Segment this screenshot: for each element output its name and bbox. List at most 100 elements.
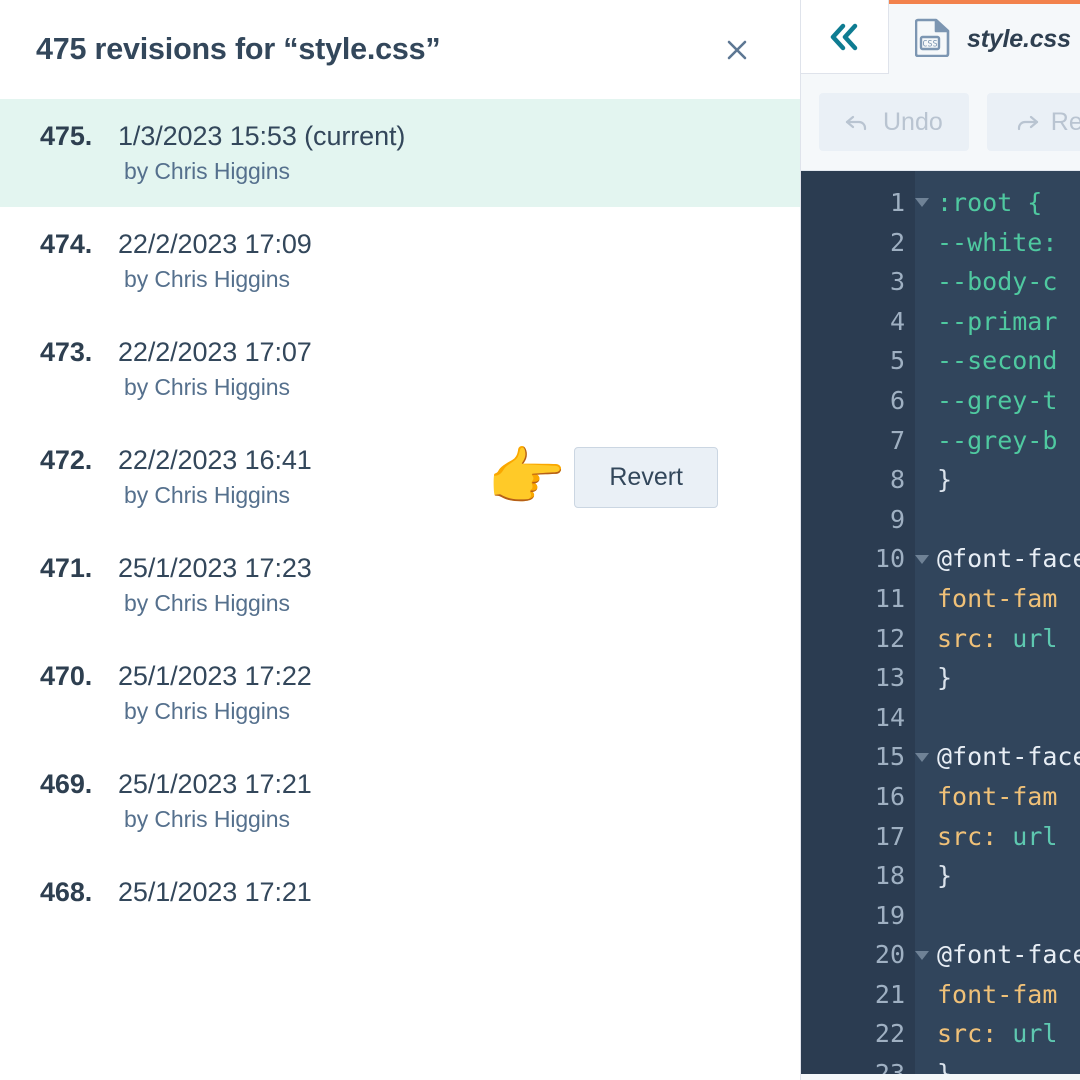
css-file-icon: CSS — [914, 17, 951, 62]
code-line[interactable]: --second — [915, 341, 1080, 381]
revision-row-inner: 475. 1/3/2023 15:53 (current) by Chris Hig… — [40, 99, 764, 207]
revision-row[interactable]: 471. 25/1/2023 17:23 by Chris Higgins — [0, 531, 800, 639]
revision-row-inner: 472. 22/2/2023 16:41 by Chris Higgins 👉 Reve… — [40, 423, 764, 531]
revision-number: 472. — [40, 445, 93, 475]
code-editor[interactable]: 1 2 3 4 5 6 7 8 9 10 11 12 13 14 15 16 17 18 19 20 21 22 23 :r… — [801, 171, 1080, 1074]
line-number-text: 5 — [889, 346, 905, 376]
code-line[interactable]: } — [915, 658, 1080, 698]
code-line[interactable]: @font-face — [915, 935, 1080, 975]
line-number-text: 8 — [889, 465, 905, 495]
line-number: 12 — [801, 619, 915, 659]
revision-primary-line: 473. 22/2/2023 17:07 — [40, 337, 764, 368]
code-line[interactable]: --body-c — [915, 262, 1080, 302]
code-line[interactable]: src: url — [915, 1014, 1080, 1054]
revision-author: by Chris Higgins — [124, 374, 290, 400]
line-number: 2 — [801, 223, 915, 263]
editor-tabbar: CSS style.css — [801, 0, 1080, 74]
line-number: 7 — [801, 421, 915, 461]
code-line[interactable]: } — [915, 856, 1080, 896]
code-token: url — [997, 821, 1058, 851]
line-number-text: 14 — [874, 702, 905, 732]
line-number-text: 20 — [874, 940, 905, 970]
revision-number: 468. — [40, 877, 93, 907]
code-line[interactable]: src: url — [915, 817, 1080, 857]
line-number: 16 — [801, 777, 915, 817]
line-number: 9 — [801, 500, 915, 540]
line-number-text: 1 — [889, 188, 905, 217]
undo-label: Undo — [883, 107, 943, 136]
revision-primary-line: 475. 1/3/2023 15:53 (current) — [40, 121, 764, 152]
code-token: src: — [937, 1019, 998, 1049]
code-token: url — [997, 623, 1058, 653]
code-line[interactable] — [915, 698, 1080, 738]
redo-label: Redo — [1050, 107, 1080, 136]
code-token: :root { — [937, 188, 1043, 217]
revision-row[interactable]: 468. 25/1/2023 17:21 — [0, 855, 800, 930]
tab-style-css[interactable]: CSS style.css — [889, 0, 1080, 74]
code-token: src: — [937, 623, 998, 653]
code-line[interactable]: --grey-b — [915, 421, 1080, 461]
line-number-text: 6 — [889, 385, 905, 415]
line-number: 8 — [801, 460, 915, 500]
revision-row-inner: 469. 25/1/2023 17:21 by Chris Higgins — [40, 747, 764, 855]
code-line[interactable]: @font-face — [915, 737, 1080, 777]
revision-date: 22/2/2023 16:41 — [118, 445, 312, 475]
code-token: --second — [937, 346, 1058, 376]
revision-row[interactable]: 474. 22/2/2023 17:09 by Chris Higgins — [0, 207, 800, 315]
code-line[interactable]: @font-face — [915, 539, 1080, 579]
code-line[interactable]: font-fam — [915, 975, 1080, 1015]
code-line[interactable]: --primar — [915, 302, 1080, 342]
revision-row-inner: 468. 25/1/2023 17:21 — [40, 855, 764, 930]
code-token: } — [937, 465, 953, 495]
revision-row[interactable]: 472. 22/2/2023 16:41 by Chris Higgins 👉 Reve… — [0, 423, 800, 531]
revisions-panel: 475 revisions for “style.css” 475. 1/3/20… — [0, 0, 800, 1080]
revision-date: 1/3/2023 15:53 (current) — [118, 121, 406, 151]
revision-primary-line: 474. 22/2/2023 17:09 — [40, 229, 764, 260]
revert-button[interactable]: Revert — [574, 446, 718, 508]
code-line[interactable]: --white: — [915, 223, 1080, 263]
code-token: @font-face — [937, 940, 1080, 970]
line-number: 4 — [801, 302, 915, 342]
close-button[interactable] — [720, 33, 754, 67]
line-number: 22 — [801, 1014, 915, 1054]
revert-action-group: 👉 Revert — [487, 423, 718, 531]
revision-row[interactable]: 469. 25/1/2023 17:21 by Chris Higgins — [0, 747, 800, 855]
code-token: --body-c — [937, 267, 1058, 297]
revision-row[interactable]: 473. 22/2/2023 17:07 by Chris Higgins — [0, 315, 800, 423]
code-token: @font-face — [937, 742, 1080, 772]
revision-primary-line: 468. 25/1/2023 17:21 — [40, 877, 764, 908]
code-line[interactable] — [915, 500, 1080, 540]
revision-number: 470. — [40, 661, 93, 691]
revision-number: 474. — [40, 229, 93, 259]
code-line[interactable]: --grey-t — [915, 381, 1080, 421]
code-content[interactable]: :root { --white: --body-c --primar --sec… — [915, 171, 1080, 1074]
code-line[interactable]: } — [915, 460, 1080, 500]
revision-author: by Chris Higgins — [124, 590, 290, 616]
revision-row-inner: 471. 25/1/2023 17:23 by Chris Higgins — [40, 531, 764, 639]
line-number-gutter: 1 2 3 4 5 6 7 8 9 10 11 12 13 14 15 16 17 18 19 20 21 22 23 — [801, 171, 929, 1074]
code-line[interactable]: src: url — [915, 619, 1080, 659]
code-line[interactable]: } — [915, 1054, 1080, 1074]
code-line[interactable] — [915, 896, 1080, 936]
line-number: 11 — [801, 579, 915, 619]
revision-row[interactable]: 470. 25/1/2023 17:22 by Chris Higgins — [0, 639, 800, 747]
redo-button[interactable]: Redo — [986, 93, 1080, 151]
line-number-text: 13 — [874, 663, 905, 693]
line-number: 6 — [801, 381, 915, 421]
redo-arrow-icon — [1013, 112, 1039, 132]
code-line[interactable]: :root { — [915, 183, 1080, 223]
revision-row[interactable]: 475. 1/3/2023 15:53 (current) by Chris Hig… — [0, 99, 800, 207]
undo-button[interactable]: Undo — [819, 93, 969, 151]
code-token: font-fam — [937, 979, 1058, 1009]
line-number: 17 — [801, 817, 915, 857]
revision-author: by Chris Higgins — [124, 698, 290, 724]
line-number-text: 7 — [889, 425, 905, 455]
line-number-text: 23 — [874, 1059, 905, 1074]
collapse-panel-button[interactable] — [801, 0, 889, 74]
line-number-text: 18 — [874, 861, 905, 891]
line-number-text: 17 — [874, 821, 905, 851]
revision-row-inner: 473. 22/2/2023 17:07 by Chris Higgins — [40, 315, 764, 423]
code-line[interactable]: font-fam — [915, 777, 1080, 817]
code-line[interactable]: font-fam — [915, 579, 1080, 619]
revision-row-inner: 474. 22/2/2023 17:09 by Chris Higgins — [40, 207, 764, 315]
